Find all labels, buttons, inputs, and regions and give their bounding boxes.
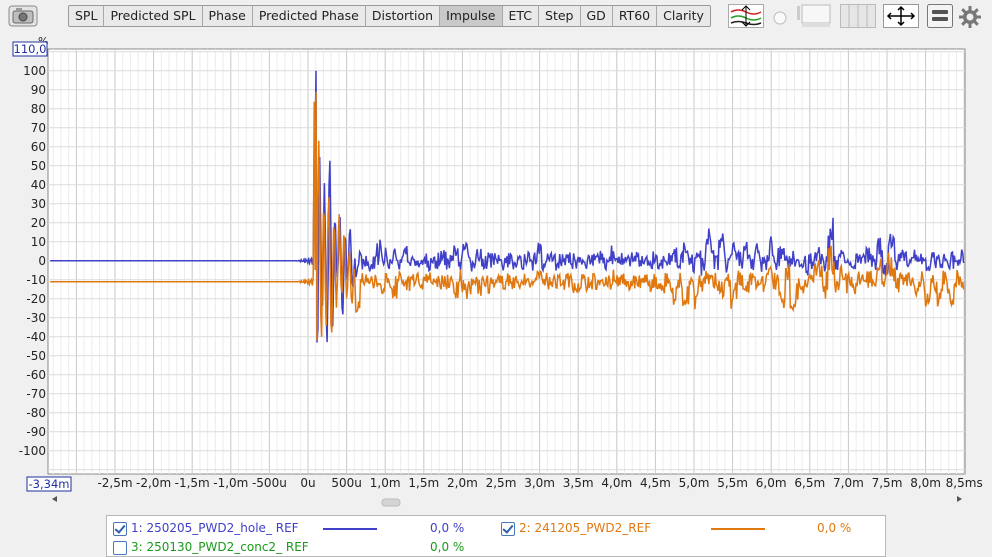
y-top-value: 110,0 [14, 42, 47, 56]
y-tick-label: -40 [26, 330, 46, 344]
y-tick-label: 30 [31, 197, 46, 211]
y-tick-label: -80 [26, 406, 46, 420]
tab-impulse[interactable]: Impulse [440, 6, 503, 26]
legend-value-2: 0,0 % [817, 521, 852, 535]
x-tick-label: 8,0m [910, 476, 941, 490]
tab-predicted-phase[interactable]: Predicted Phase [253, 6, 366, 26]
trace-arrange-icon[interactable] [728, 4, 764, 28]
y-tick-label: 10 [31, 235, 46, 249]
legend-name-1: 1: 250205_PWD2_hole_ REF [131, 521, 299, 535]
x-tick-label: 7,5m [872, 476, 903, 490]
x-tick-label: 2,5m [486, 476, 517, 490]
legend-name-3: 3: 250130_PWD2_conc2_ REF [131, 540, 309, 554]
y-tick-label: 90 [31, 83, 46, 97]
y-tick-label: -30 [26, 311, 46, 325]
impulse-plot[interactable]: 100 90 80 70 60 50 40 30 20 10 0 -10 -20 -30 -40 -50 -60… [0, 34, 992, 512]
view-tabs: SPL Predicted SPL Phase Predicted Phase … [68, 5, 711, 27]
x-tick-label: -1,0m [213, 476, 248, 490]
y-tick-label: -70 [26, 387, 46, 401]
scroll-right-icon[interactable] [957, 496, 962, 502]
x-tick-label: 6,0m [756, 476, 787, 490]
gear-icon[interactable] [958, 5, 982, 29]
horizontal-scrollbar[interactable] [52, 496, 962, 507]
x-tick-label: -2,5m [97, 476, 132, 490]
y-tick-label: 70 [31, 121, 46, 135]
tab-predicted-spl[interactable]: Predicted SPL [104, 6, 203, 26]
legend-line-1 [323, 528, 377, 530]
x-tick-label: 5,5m [717, 476, 748, 490]
y-tick-label: 0 [38, 254, 46, 268]
y-tick-label: -20 [26, 292, 46, 306]
camera-icon[interactable] [8, 5, 38, 27]
scroll-thumb[interactable] [381, 498, 401, 507]
x-left-value: -3,34m [29, 477, 70, 491]
x-tick-label: 3,0m [524, 476, 555, 490]
x-tick-label: -1,5m [175, 476, 210, 490]
scroll-left-icon[interactable] [52, 496, 57, 502]
tab-phase[interactable]: Phase [203, 6, 253, 26]
y-tick-label: 100 [23, 64, 46, 78]
tab-etc[interactable]: ETC [503, 6, 540, 26]
legend-checkbox-1[interactable] [113, 522, 127, 536]
legend-name-2: 2: 241205_PWD2_REF [519, 521, 652, 535]
y-tick-label: -60 [26, 368, 46, 382]
toolbar: SPL Predicted SPL Phase Predicted Phase … [0, 0, 992, 34]
grid-layout-icon[interactable] [840, 4, 876, 28]
legend-value-1: 0,0 % [430, 521, 465, 535]
tab-rt60[interactable]: RT60 [613, 6, 658, 26]
y-tick-label: 20 [31, 216, 46, 230]
tab-gd[interactable]: GD [581, 6, 613, 26]
toggle-circle-icon[interactable] [773, 11, 787, 25]
x-tick-label: 0u [300, 476, 315, 490]
x-tick-label: 2,0m [447, 476, 478, 490]
tab-clarity[interactable]: Clarity [657, 6, 710, 26]
y-tick-label: -100 [19, 444, 46, 458]
legend-checkbox-2[interactable] [501, 522, 515, 536]
y-tick-label: 40 [31, 178, 46, 192]
y-tick-label: 60 [31, 140, 46, 154]
legend-line-2 [711, 528, 765, 530]
legend-checkbox-3[interactable] [113, 541, 127, 555]
x-tick-label: 500u [331, 476, 362, 490]
y-tick-label: -10 [26, 273, 46, 287]
x-tick-label: -500u [252, 476, 287, 490]
x-tick-label: -2,0m [136, 476, 171, 490]
x-axis-ticks: -2,5m -2,0m -1,5m -1,0m -500u 0u 500u 1,0m 1,5m 2… [97, 476, 982, 490]
x-tick-label: 3,5m [563, 476, 594, 490]
y-tick-label: 50 [31, 159, 46, 173]
tab-step[interactable]: Step [539, 6, 581, 26]
plot-svg[interactable]: 1009080706050403020100-10-20-30-40-50-60… [0, 34, 992, 512]
y-tick-label: -50 [26, 349, 46, 363]
tab-distortion[interactable]: Distortion [366, 6, 441, 26]
x-tick-label: 8,5ms [946, 476, 983, 490]
window-icon[interactable] [796, 4, 832, 28]
y-tick-label: 80 [31, 102, 46, 116]
x-tick-label: 5,0m [679, 476, 710, 490]
legend: 1: 250205_PWD2_hole_ REF 0,0 % 2: 241205… [106, 515, 886, 557]
y-tick-label: -90 [26, 425, 46, 439]
x-tick-label: 1,5m [408, 476, 439, 490]
y-axis-ticks: 1009080706050403020100-10-20-30-40-50-60… [19, 64, 46, 458]
x-tick-label: 4,5m [640, 476, 671, 490]
x-tick-label: 1,0m [370, 476, 401, 490]
tab-spl[interactable]: SPL [69, 6, 105, 26]
controls-icon[interactable] [927, 4, 953, 28]
x-tick-label: 6,5m [794, 476, 825, 490]
x-tick-label: 4,0m [601, 476, 632, 490]
x-tick-label: 7,0m [833, 476, 864, 490]
legend-value-3: 0,0 % [430, 540, 465, 554]
fit-arrows-icon[interactable] [883, 4, 919, 28]
